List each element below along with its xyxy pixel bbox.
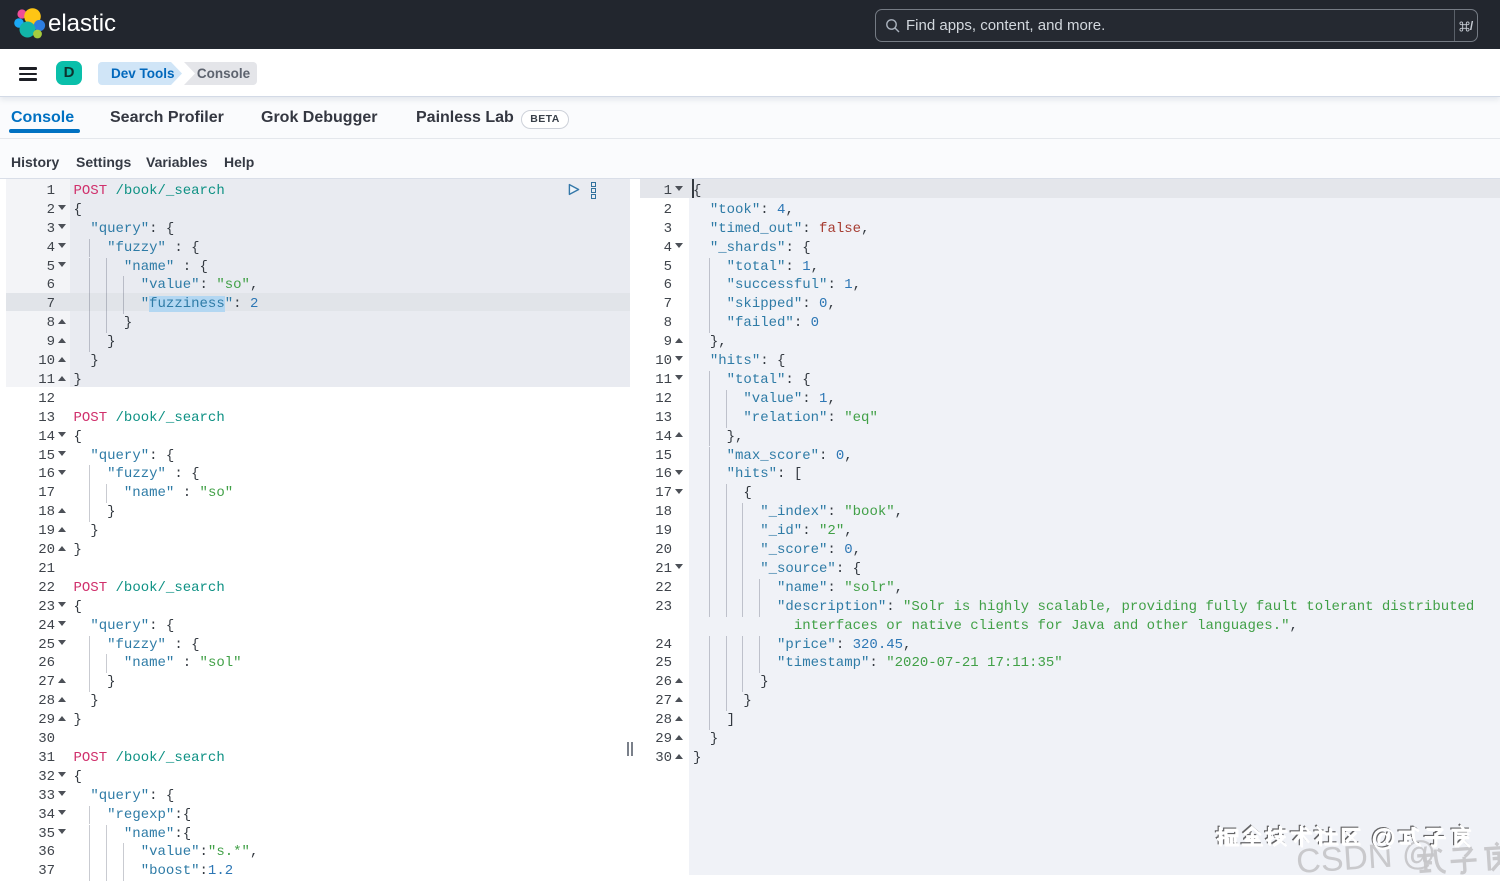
svg-text:@: @ — [1372, 826, 1397, 853]
